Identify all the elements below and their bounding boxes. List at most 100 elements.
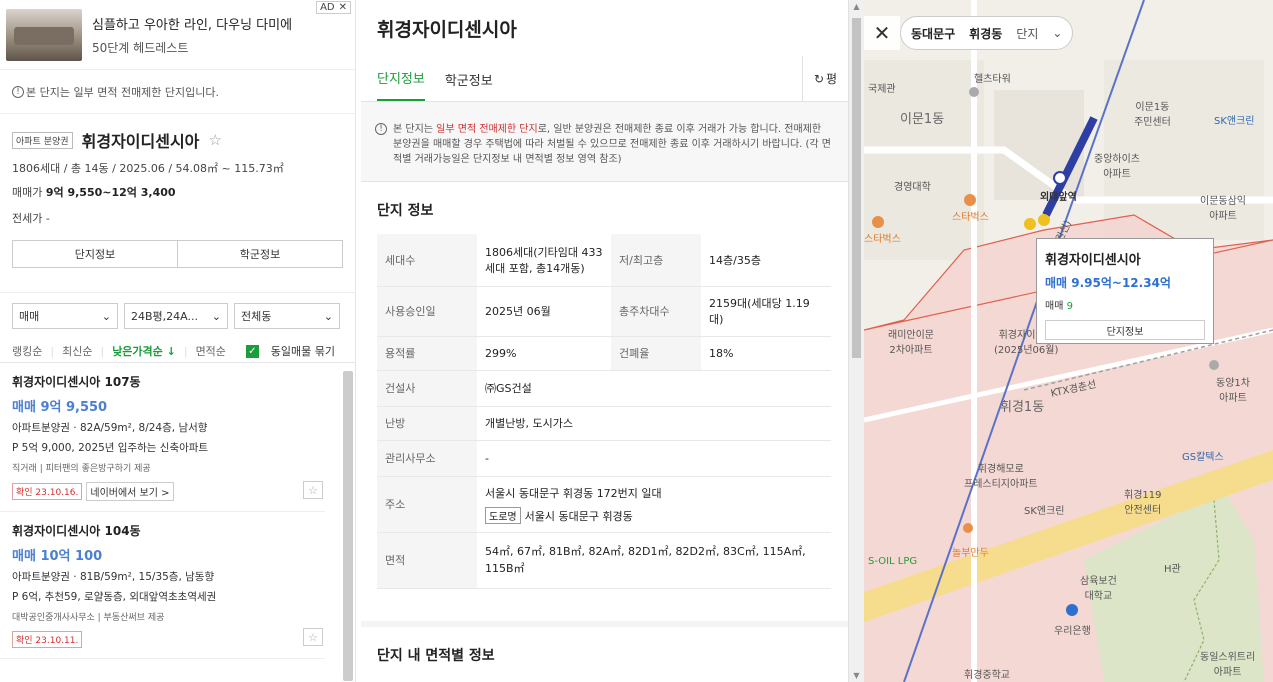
app-root: 심플하고 우아한 라인, 다우닝 다미에 50단계 헤드레스트 AD ✕ ! 본… [0, 0, 1273, 682]
map-label: 휘경중학교 [964, 670, 1010, 681]
group-same-listing-checkbox[interactable]: ✓ 동일매물 묶기 [245, 343, 343, 359]
complex-info-table: 세대수 1806세대(기타임대 433세대 포함, 총14개동) 저/최고층 1… [377, 234, 831, 589]
heating-label: 난방 [377, 406, 477, 441]
listing-name: 휘경자이디센시아 104동 [12, 524, 141, 538]
scroll-down-icon[interactable]: ▼ [849, 671, 864, 680]
chevron-down-icon: ⌄ [211, 309, 221, 323]
scrollbar[interactable] [343, 371, 353, 681]
floors-label: 저/최고층 [611, 234, 701, 287]
table-row: 관리사무소 - [377, 440, 831, 477]
map-label: 삼육보건 대학교 [1080, 576, 1117, 602]
map-view[interactable]: 헬츠타워 국제관 이문1동 이문1동 주민센터 SK앤크린 중앙하이츠 아파트 … [864, 0, 1273, 682]
property-type-tag: 아파트 분양권 [12, 131, 73, 149]
ad-banner[interactable]: 심플하고 우아한 라인, 다우닝 다미에 50단계 헤드레스트 AD ✕ [0, 0, 355, 70]
trade-type-select[interactable]: 매매 ⌄ [12, 303, 118, 329]
sort-ranking[interactable]: 랭킹순 [12, 343, 42, 359]
far-label: 용적률 [377, 336, 477, 371]
detail-title: 휘경자이디센시아 [377, 18, 517, 41]
bcr-label: 건폐율 [611, 336, 701, 371]
sort-area[interactable]: 면적순 [196, 343, 226, 359]
sort-latest[interactable]: 최신순 [62, 343, 92, 359]
ad-close-icon[interactable]: ✕ [339, 2, 347, 13]
favorite-star-icon[interactable]: ☆ [303, 481, 323, 499]
price-range: 9억 9,550~12억 3,400 [45, 186, 176, 199]
map-label: 헬츠타워 [974, 74, 1011, 85]
complex-price: 매매가 9억 9,550~12억 3,400 [12, 184, 343, 200]
map-label: 휘경해모로 프레스티지아파트 [964, 464, 1038, 490]
complex-tab-buttons: 단지정보 학군정보 [12, 240, 343, 268]
tab-school-info[interactable]: 학군정보 [445, 70, 493, 101]
complex-info-button[interactable]: 단지정보 [13, 241, 177, 267]
address-label: 주소 [377, 476, 477, 533]
check-icon[interactable]: ✓ [245, 344, 259, 358]
list-item[interactable]: 휘경자이디센시아 104동 매매 10억 100 아파트분양권 · 81B/59… [0, 512, 325, 659]
scroll-thumb[interactable] [852, 18, 861, 358]
listing-description: P 5억 9,000, 2025년 입주하는 신축아파트 [12, 442, 209, 454]
price-label: 매매가 [12, 186, 43, 199]
listing-list: 휘경자이디센시아 107동 매매 9억 9,550 아파트분양권 · 82A/5… [0, 362, 355, 682]
ad-title[interactable]: 심플하고 우아한 라인, 다우닝 다미에 [92, 14, 292, 33]
office-value: - [477, 440, 831, 477]
view-on-naver-link[interactable]: 네이버에서 보기 > [86, 482, 174, 501]
breadcrumb-district[interactable]: 동대문구 [911, 25, 955, 42]
map-label: 동양1차 아파트 [1216, 378, 1250, 404]
parking-value: 2159대(세대당 1.19대) [701, 286, 831, 337]
far-value: 299% [477, 336, 611, 371]
favorite-star-icon[interactable]: ☆ [303, 628, 323, 646]
listing-source: 대박공인중개사사무소 | 부동산써브 제공 [12, 613, 165, 623]
checkbox-label: 동일매물 묶기 [270, 345, 335, 358]
approval-label: 사용승인일 [377, 286, 477, 337]
detail-header: 휘경자이디센시아 단지정보 학군정보 ↻ 평 [361, 0, 848, 102]
sort-low-price[interactable]: 낮은가격순 ↓ [112, 343, 176, 359]
popup-price: 매매 9.95억~12.34억 [1045, 276, 1171, 290]
map-label: 놀부만두 [952, 548, 989, 559]
popup-complex-info-button[interactable]: 단지정보 [1045, 320, 1205, 340]
road-address: 도로명 서울시 동대문구 휘경동 [485, 506, 823, 524]
info-icon: ! [375, 123, 387, 135]
area-label: 면적 [377, 532, 477, 589]
favorite-star-icon[interactable]: ☆ [209, 131, 222, 149]
table-row: 면적 54㎡, 67㎡, 81B㎡, 82A㎡, 82D1㎡, 82D2㎡, 8… [377, 532, 831, 589]
map-label: 래미안이문 2차아파트 [888, 330, 934, 356]
popup-count-value: 9 [1066, 301, 1073, 312]
unit-toggle-button[interactable]: ↻ 평 [802, 56, 848, 101]
notice-highlight: 일부 면적 전매제한 단지 [436, 124, 538, 135]
left-panel: 심플하고 우아한 라인, 다우닝 다미에 50단계 헤드레스트 AD ✕ ! 본… [0, 0, 356, 682]
location-breadcrumb[interactable]: 동대문구 휘경동 단지 ⌄ [900, 16, 1074, 50]
area-select[interactable]: 24B평,24A... ⌄ [124, 303, 228, 329]
detail-scrollbar[interactable]: ▲ ▼ [848, 0, 864, 682]
area-value: 54㎡, 67㎡, 81B㎡, 82A㎡, 82D1㎡, 82D2㎡, 83C㎡… [477, 532, 831, 589]
complex-map-popup[interactable]: 휘경자이디센시아 매매 9.95억~12.34억 매매 9 단지정보 [1036, 238, 1214, 344]
table-row: 사용승인일 2025년 06월 총주차대수 2159대(세대당 1.19대) [377, 286, 831, 337]
map-label: SK엔크린 [1024, 506, 1065, 517]
breadcrumb-dong[interactable]: 휘경동 [969, 25, 1002, 42]
ad-text[interactable]: 심플하고 우아한 라인, 다우닝 다미에 50단계 헤드레스트 [92, 14, 292, 56]
list-item[interactable]: 휘경자이디센시아 107동 매매 9억 9,550 아파트분양권 · 82A/5… [0, 363, 325, 512]
detail-tabs: 단지정보 학군정보 ↻ 평 [361, 56, 848, 102]
map-label: 동일스위트리 아파트 [1200, 652, 1256, 678]
ad-subtitle[interactable]: 50단계 헤드레스트 [92, 39, 292, 56]
school-info-button[interactable]: 학군정보 [177, 241, 342, 267]
resale-notice: ! 본 단지는 일부 면적 전매제한 단지입니다. [0, 70, 355, 114]
ad-sofa-image[interactable] [6, 8, 82, 61]
complex-summary: 아파트 분양권 휘경자이디센시아 ☆ 1806세대 / 총 14동 / 2025… [0, 114, 355, 226]
popup-title: 휘경자이디센시아 [1045, 253, 1141, 268]
breadcrumb-complex[interactable]: 단지 [1016, 25, 1038, 42]
resale-notice-text: 본 단지는 일부 면적 전매제한 단지입니다. [26, 85, 220, 99]
popup-count: 매매 9 [1045, 297, 1205, 312]
heating-value: 개별난방, 도시가스 [477, 406, 831, 441]
ad-label: AD [320, 2, 335, 13]
building-select[interactable]: 전체동 ⌄ [234, 303, 340, 329]
scroll-up-icon[interactable]: ▲ [849, 2, 864, 11]
refresh-icon: ↻ [813, 71, 824, 86]
jeonse-price: 전세가 - [12, 212, 50, 225]
station-label[interactable]: 외대앞역 [1040, 188, 1077, 203]
chevron-down-icon: ⌄ [101, 309, 111, 323]
map-label: GS칼텍스 [1182, 452, 1224, 463]
close-icon[interactable]: ✕ [864, 16, 900, 50]
tab-complex-info[interactable]: 단지정보 [377, 68, 425, 101]
ad-badge[interactable]: AD ✕ [316, 1, 351, 14]
table-row: 주소 서울시 동대문구 휘경동 172번지 일대 도로명 서울시 동대문구 휘경동 [377, 476, 831, 533]
table-row: 난방 개별난방, 도시가스 [377, 406, 831, 441]
